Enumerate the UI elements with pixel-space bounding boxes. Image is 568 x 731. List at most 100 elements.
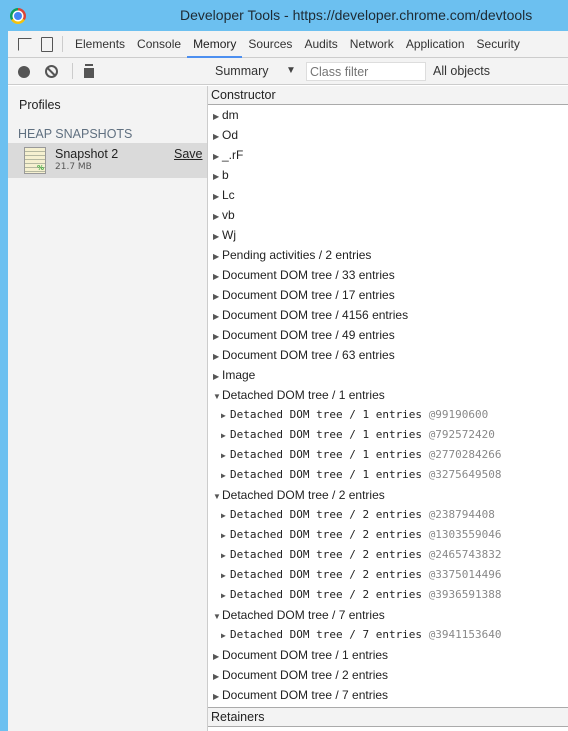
collapsed-triangle-icon[interactable]: ▶	[213, 167, 220, 187]
table-row[interactable]: ▶ Pending activities / 2 entries	[208, 245, 568, 265]
constructor-column-header[interactable]: Constructor	[208, 86, 568, 105]
table-row[interactable]: ▶ Detached DOM tree / 1 entries @99190600	[208, 405, 568, 425]
snapshot-size: 21.7 MB	[55, 162, 92, 172]
row-label: Detached DOM tree / 2 entries	[222, 488, 385, 502]
table-row[interactable]: ▼Detached DOM tree / 2 entries	[208, 485, 568, 505]
table-row[interactable]: ▶ Document DOM tree / 2 entries	[208, 665, 568, 685]
collapsed-triangle-icon[interactable]: ▶	[213, 187, 220, 207]
row-label: Detached DOM tree / 2 entries	[230, 548, 423, 561]
collapsed-triangle-icon[interactable]: ▶	[221, 526, 228, 546]
tab-audits[interactable]: Audits	[298, 31, 343, 58]
row-label: Document DOM tree / 17 entries	[222, 288, 395, 302]
row-label: Detached DOM tree / 7 entries	[222, 608, 385, 622]
row-label: Pending activities / 2 entries	[222, 248, 372, 262]
collapsed-triangle-icon[interactable]: ▶	[213, 247, 220, 267]
collapsed-triangle-icon[interactable]: ▶	[221, 626, 228, 646]
table-row[interactable]: ▶ Lc	[208, 185, 568, 205]
row-label: Document DOM tree / 33 entries	[222, 268, 395, 282]
expanded-triangle-icon[interactable]: ▼	[213, 607, 221, 627]
retainers-header[interactable]: Retainers	[208, 707, 568, 727]
objects-filter-select[interactable]: All objects	[433, 64, 490, 78]
collapsed-triangle-icon[interactable]: ▶	[213, 127, 220, 147]
table-row[interactable]: ▶ Detached DOM tree / 1 entries @79257242…	[208, 425, 568, 445]
table-row[interactable]: ▶ Image	[208, 365, 568, 385]
table-row[interactable]: ▶ Wj	[208, 225, 568, 245]
save-snapshot-link[interactable]: Save	[174, 147, 203, 161]
table-row[interactable]: ▶ vb	[208, 205, 568, 225]
collapsed-triangle-icon[interactable]: ▶	[221, 446, 228, 466]
table-row[interactable]: ▶ Document DOM tree / 33 entries	[208, 265, 568, 285]
profiles-heading: Profiles	[19, 98, 61, 112]
table-row[interactable]: ▶ Detached DOM tree / 1 entries @32756495…	[208, 465, 568, 485]
clear-icon[interactable]	[45, 65, 58, 78]
tab-sources[interactable]: Sources	[242, 31, 298, 58]
table-row[interactable]: ▼Detached DOM tree / 7 entries	[208, 605, 568, 625]
view-select[interactable]: Summary	[215, 64, 268, 78]
object-id: @238794408	[428, 508, 495, 521]
table-row[interactable]: ▶ Document DOM tree / 7 entries	[208, 685, 568, 705]
tab-console[interactable]: Console	[131, 31, 187, 58]
tab-application[interactable]: Application	[400, 31, 471, 58]
collapsed-triangle-icon[interactable]: ▶	[213, 667, 220, 687]
device-toolbar-icon[interactable]	[41, 36, 53, 52]
table-row[interactable]: ▶ Detached DOM tree / 2 entries @23879440…	[208, 505, 568, 525]
collapsed-triangle-icon[interactable]: ▶	[221, 406, 228, 426]
expanded-triangle-icon[interactable]: ▼	[213, 387, 221, 407]
tab-elements[interactable]: Elements	[69, 31, 131, 58]
collapsed-triangle-icon[interactable]: ▶	[221, 426, 228, 446]
table-row[interactable]: ▶ Document DOM tree / 63 entries	[208, 345, 568, 365]
class-filter-input[interactable]	[306, 62, 426, 81]
record-icon[interactable]	[18, 66, 30, 78]
table-row[interactable]: ▶ Detached DOM tree / 2 entries @33750144…	[208, 565, 568, 585]
divider	[62, 36, 63, 52]
collapsed-triangle-icon[interactable]: ▶	[221, 506, 228, 526]
row-label: Document DOM tree / 1 entries	[222, 648, 389, 662]
collapsed-triangle-icon[interactable]: ▶	[213, 327, 220, 347]
table-row[interactable]: ▶ Detached DOM tree / 2 entries @13035590…	[208, 525, 568, 545]
table-row[interactable]: ▶ b	[208, 165, 568, 185]
chevron-down-icon[interactable]: ▼	[286, 65, 296, 76]
inspect-element-icon[interactable]	[18, 37, 32, 51]
collapsed-triangle-icon[interactable]: ▶	[213, 687, 220, 707]
table-row[interactable]: ▶ Detached DOM tree / 2 entries @39365913…	[208, 585, 568, 605]
collapsed-triangle-icon[interactable]: ▶	[221, 546, 228, 566]
heap-snapshots-heading: HEAP SNAPSHOTS	[18, 127, 133, 141]
tab-network[interactable]: Network	[344, 31, 400, 58]
collapsed-triangle-icon[interactable]: ▶	[213, 287, 220, 307]
expanded-triangle-icon[interactable]: ▼	[213, 487, 221, 507]
table-row[interactable]: ▶ Document DOM tree / 1 entries	[208, 645, 568, 665]
collapsed-triangle-icon[interactable]: ▶	[213, 227, 220, 247]
row-label: Detached DOM tree / 1 entries	[230, 428, 423, 441]
collapsed-triangle-icon[interactable]: ▶	[213, 647, 220, 667]
object-id: @1303559046	[428, 528, 502, 541]
collapsed-triangle-icon[interactable]: ▶	[213, 207, 220, 227]
row-label: Od	[222, 128, 239, 142]
row-label: Image	[222, 368, 256, 382]
table-row[interactable]: ▶ Detached DOM tree / 1 entries @27702842…	[208, 445, 568, 465]
collapsed-triangle-icon[interactable]: ▶	[213, 267, 220, 287]
collapsed-triangle-icon[interactable]: ▶	[213, 107, 220, 127]
table-row[interactable]: ▶ Document DOM tree / 49 entries	[208, 325, 568, 345]
object-id: @2465743832	[428, 548, 502, 561]
snapshot-item[interactable]: % Snapshot 2 21.7 MB Save	[8, 143, 207, 178]
table-row[interactable]: ▼Detached DOM tree / 1 entries	[208, 385, 568, 405]
collapsed-triangle-icon[interactable]: ▶	[221, 566, 228, 586]
collapsed-triangle-icon[interactable]: ▶	[213, 147, 220, 167]
table-row[interactable]: ▶ Od	[208, 125, 568, 145]
row-label: Detached DOM tree / 1 entries	[230, 408, 423, 421]
row-label: Detached DOM tree / 2 entries	[230, 508, 423, 521]
table-row[interactable]: ▶ dm	[208, 105, 568, 125]
table-row[interactable]: ▶ Document DOM tree / 17 entries	[208, 285, 568, 305]
collapsed-triangle-icon[interactable]: ▶	[221, 586, 228, 606]
table-row[interactable]: ▶ Detached DOM tree / 2 entries @24657438…	[208, 545, 568, 565]
table-row[interactable]: ▶ Document DOM tree / 4156 entries	[208, 305, 568, 325]
tab-memory[interactable]: Memory	[187, 31, 243, 58]
table-row[interactable]: ▶ _.rF	[208, 145, 568, 165]
collapsed-triangle-icon[interactable]: ▶	[213, 347, 220, 367]
collapsed-triangle-icon[interactable]: ▶	[213, 307, 220, 327]
table-row[interactable]: ▶ Detached DOM tree / 7 entries @39411536…	[208, 625, 568, 645]
collapsed-triangle-icon[interactable]: ▶	[221, 466, 228, 486]
collapsed-triangle-icon[interactable]: ▶	[213, 367, 220, 387]
trash-icon[interactable]	[84, 66, 94, 78]
tab-security[interactable]: Security	[471, 31, 526, 58]
